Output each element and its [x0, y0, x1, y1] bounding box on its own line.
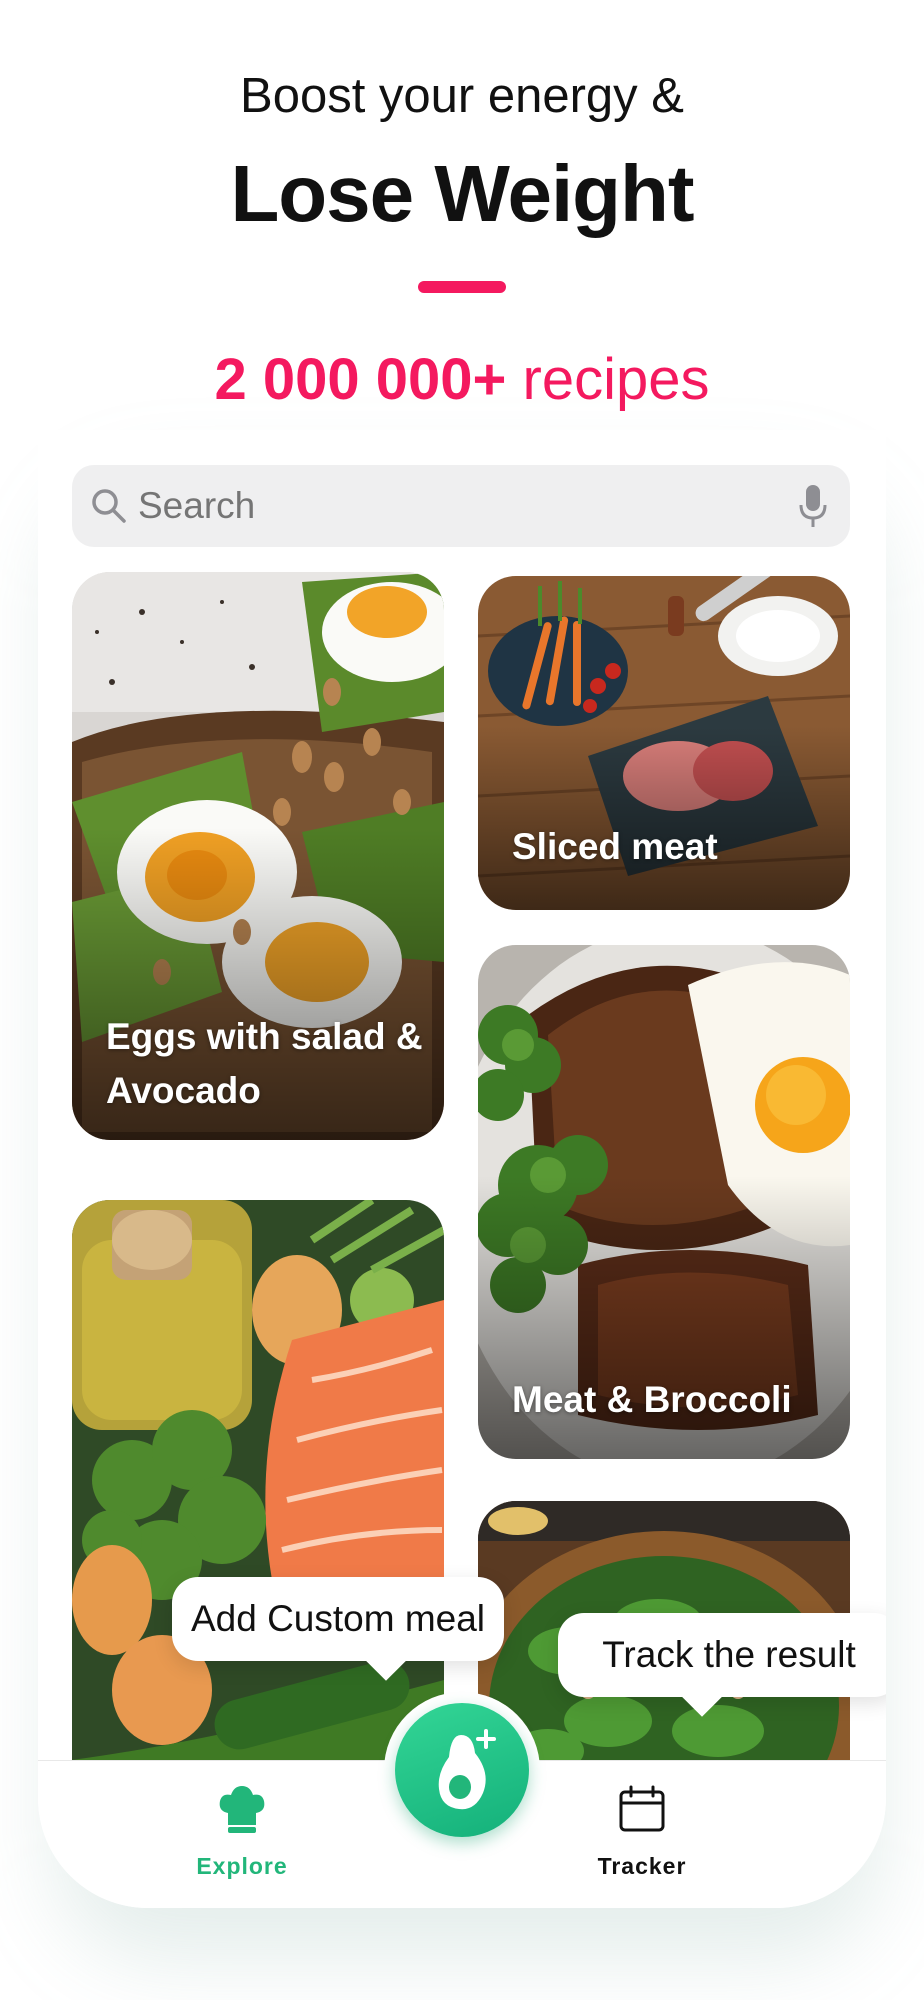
tooltip-track-result: Track the result	[558, 1613, 886, 1697]
microphone-icon[interactable]	[798, 483, 828, 529]
recipe-card-salmon-veggies[interactable]	[72, 1200, 444, 1800]
recipes-count-line: 2 000 000+ recipes	[0, 346, 924, 413]
search-bar[interactable]	[72, 465, 850, 547]
add-meal-button[interactable]	[395, 1703, 529, 1837]
recipes-count: 2 000 000+	[214, 347, 507, 412]
recipes-word: recipes	[522, 347, 710, 412]
search-input[interactable]	[138, 465, 738, 547]
recipe-card-title: Eggs with salad & Avocado	[106, 1016, 423, 1111]
calendar-icon	[619, 1785, 665, 1832]
accent-divider	[418, 281, 506, 293]
chef-hat-icon	[219, 1786, 265, 1833]
card-shade	[478, 726, 850, 910]
salmon-veggies-photo	[72, 1200, 444, 1800]
recipe-card-title: Sliced meat	[512, 826, 718, 867]
search-icon	[92, 489, 126, 523]
tooltip-add-custom-meal: Add Custom meal	[172, 1577, 504, 1661]
recipe-card-eggs-avocado[interactable]: Eggs with salad & Avocado	[72, 572, 444, 1140]
headline-title: Lose Weight	[230, 149, 694, 238]
tab-tracker[interactable]: Tracker	[532, 1761, 752, 1908]
tab-explore[interactable]: Explore	[132, 1761, 352, 1908]
tab-explore-label: Explore	[196, 1853, 288, 1879]
avocado-plus-icon	[438, 1729, 496, 1810]
headline-subtitle: Boost your energy &	[240, 69, 684, 123]
recipe-card-title: Meat & Broccoli	[512, 1379, 792, 1420]
tab-tracker-label: Tracker	[597, 1853, 687, 1879]
recipe-card-meat-broccoli[interactable]: Meat & Broccoli	[478, 945, 850, 1459]
recipe-card-sliced-meat[interactable]: Sliced meat	[478, 576, 850, 910]
phone-screen: Eggs with salad & Avocado Sliced meat	[38, 430, 886, 1908]
